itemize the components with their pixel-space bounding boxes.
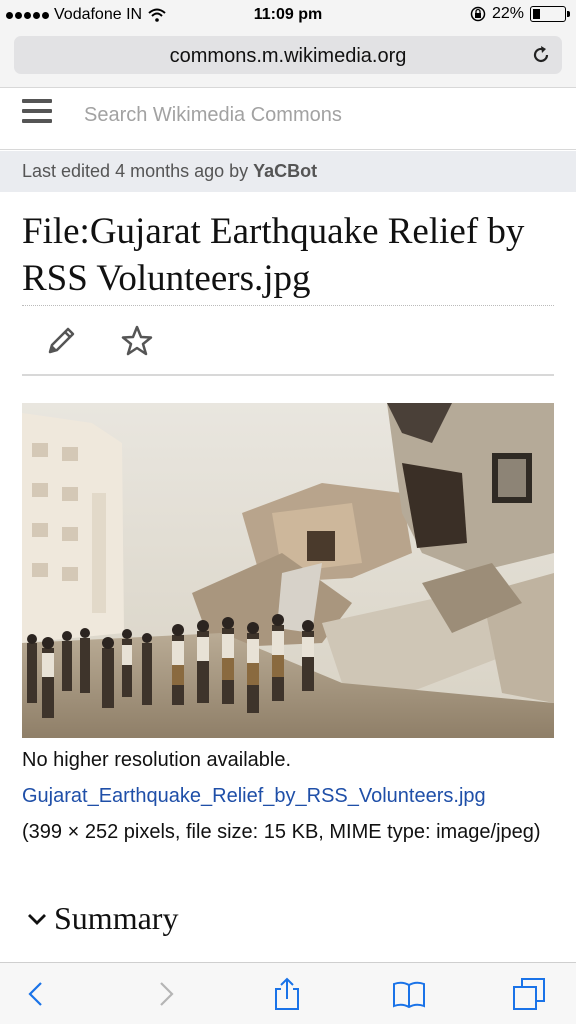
no-higher-resolution-text: No higher resolution available. bbox=[22, 749, 292, 771]
address-bar[interactable]: commons.m.wikimedia.org bbox=[14, 36, 562, 74]
menu-icon[interactable] bbox=[22, 99, 52, 129]
page-actions bbox=[22, 318, 554, 376]
last-edited-user: YaCBot bbox=[253, 161, 318, 181]
reload-icon[interactable] bbox=[530, 44, 552, 66]
pencil-icon[interactable] bbox=[44, 324, 78, 358]
chevron-left-icon[interactable] bbox=[20, 977, 54, 1011]
file-info: No higher resolution available. Gujarat_… bbox=[22, 742, 554, 850]
browser-address-area: commons.m.wikimedia.org bbox=[0, 30, 576, 88]
browser-toolbar bbox=[0, 962, 576, 1024]
last-edited-text: Last edited 4 months ago by bbox=[22, 161, 254, 181]
chevron-right-icon[interactable] bbox=[148, 977, 182, 1011]
summary-label: Summary bbox=[54, 900, 179, 936]
tabs-icon[interactable] bbox=[512, 977, 546, 1011]
chevron-down-icon bbox=[28, 913, 46, 925]
file-link[interactable]: Gujarat_Earthquake_Relief_by_RSS_Volunte… bbox=[22, 785, 486, 807]
status-bar: Vodafone IN 11:09 pm 22% bbox=[0, 0, 576, 30]
summary-section-header[interactable]: Summary bbox=[26, 900, 178, 937]
share-icon[interactable] bbox=[270, 977, 304, 1011]
url-text[interactable]: commons.m.wikimedia.org bbox=[14, 45, 562, 68]
battery-percent: 22% bbox=[491, 5, 524, 22]
star-icon[interactable] bbox=[120, 324, 154, 358]
site-header bbox=[0, 89, 576, 150]
battery-area: 22% bbox=[470, 5, 570, 23]
last-edited-bar[interactable]: Last edited 4 months ago by YaCBot bbox=[0, 151, 576, 192]
rotation-lock-icon bbox=[470, 6, 486, 22]
battery-icon bbox=[530, 6, 570, 22]
book-icon[interactable] bbox=[392, 977, 426, 1011]
title-divider bbox=[22, 305, 554, 306]
earthquake-photo[interactable] bbox=[22, 403, 554, 738]
file-details: (399 × 252 pixels, file size: 15 KB, MIM… bbox=[22, 821, 541, 843]
search-input[interactable] bbox=[84, 102, 544, 128]
page-title: File:Gujarat Earthquake Relief by RSS Vo… bbox=[22, 211, 525, 299]
